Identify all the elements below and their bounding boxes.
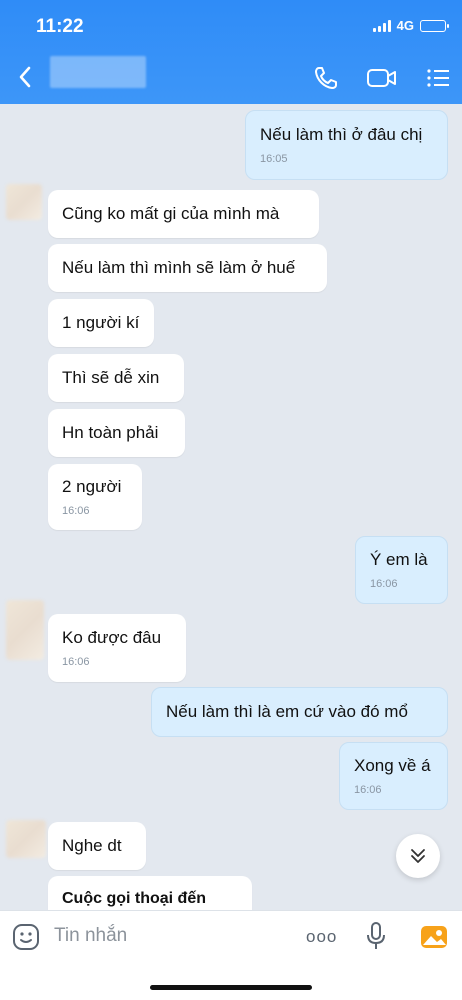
message-incoming[interactable]: Ko được đâu 16:06 xyxy=(48,614,186,682)
message-incoming[interactable]: 2 người 16:06 xyxy=(48,464,142,530)
battery-icon xyxy=(420,19,449,32)
back-button[interactable] xyxy=(14,62,38,92)
message-time: 16:06 xyxy=(62,505,90,517)
image-icon xyxy=(421,926,447,948)
message-incoming[interactable]: Thì sẽ dễ xin xyxy=(48,354,184,402)
more-icon: ooo xyxy=(306,927,338,946)
message-text: Nếu làm thì ở đâu chị xyxy=(260,125,423,144)
avatar[interactable] xyxy=(6,820,46,858)
signal-icon xyxy=(372,19,391,32)
message-text: Cũng ko mất gi của mình mà xyxy=(62,204,280,223)
menu-button[interactable] xyxy=(424,64,452,92)
message-time: 16:05 xyxy=(260,153,288,165)
video-call-button[interactable] xyxy=(366,64,398,92)
message-outgoing[interactable]: Nếu làm thì là em cứ vào đó mổ xyxy=(151,687,448,737)
contact-name[interactable] xyxy=(50,56,146,88)
message-text: Ko được đâu xyxy=(62,628,162,647)
status-time: 11:22 xyxy=(36,16,84,37)
gallery-button[interactable] xyxy=(420,923,448,956)
smiley-icon xyxy=(13,924,39,950)
voice-button[interactable] xyxy=(366,921,386,956)
call-button[interactable] xyxy=(312,64,340,92)
message-text: Ý em là xyxy=(370,550,428,569)
message-input-bar: Tin nhắn ooo xyxy=(0,910,462,1000)
message-outgoing[interactable]: Ý em là 16:06 xyxy=(355,536,448,604)
menu-icon xyxy=(427,69,449,87)
message-incoming[interactable]: Nếu làm thì mình sẽ làm ở huế xyxy=(48,244,327,292)
chevron-left-icon xyxy=(19,66,31,88)
message-outgoing[interactable]: Xong về á 16:06 xyxy=(339,742,448,810)
message-text: 1 người kí xyxy=(62,313,140,332)
home-indicator xyxy=(150,985,312,990)
message-text: Nếu làm thì mình sẽ làm ở huế xyxy=(62,258,296,277)
message-text: Cuộc gọi thoại đến xyxy=(62,890,206,907)
more-options-button[interactable]: ooo xyxy=(306,927,337,947)
status-indicators: 4G xyxy=(372,18,449,33)
message-incoming[interactable]: 1 người kí xyxy=(48,299,154,347)
message-time: 16:06 xyxy=(62,656,90,668)
message-input[interactable]: Tin nhắn xyxy=(54,925,127,947)
message-text: Nghe dt xyxy=(62,836,122,855)
message-text: Xong về á xyxy=(354,756,431,775)
message-text: Thì sẽ dễ xin xyxy=(62,368,160,387)
message-list[interactable]: Nếu làm thì ở đâu chị 16:05 Cũng ko mất … xyxy=(0,104,462,910)
video-icon xyxy=(367,69,396,87)
message-outgoing[interactable]: Nếu làm thì ở đâu chị 16:05 xyxy=(245,110,448,180)
message-time: 16:06 xyxy=(354,784,382,796)
sticker-button[interactable] xyxy=(12,923,40,956)
scroll-to-bottom-button[interactable] xyxy=(396,834,440,878)
call-log-message[interactable]: Cuộc gọi thoại đến xyxy=(48,876,252,910)
message-incoming[interactable]: Nghe dt xyxy=(48,822,146,870)
chat-header: 11:22 4G xyxy=(0,0,462,104)
message-incoming[interactable]: Hn toàn phải xyxy=(48,409,185,457)
message-text: Nếu làm thì là em cứ vào đó mổ xyxy=(166,702,408,721)
microphone-icon xyxy=(367,922,385,949)
message-incoming[interactable]: Cũng ko mất gi của mình mà xyxy=(48,190,319,238)
phone-icon xyxy=(315,67,337,89)
message-text: 2 người xyxy=(62,477,122,496)
avatar[interactable] xyxy=(6,600,44,660)
message-time: 16:06 xyxy=(370,578,398,590)
network-label: 4G xyxy=(396,18,414,33)
avatar[interactable] xyxy=(6,184,42,220)
double-chevron-down-icon xyxy=(411,849,425,863)
message-text: Hn toàn phải xyxy=(62,423,159,442)
